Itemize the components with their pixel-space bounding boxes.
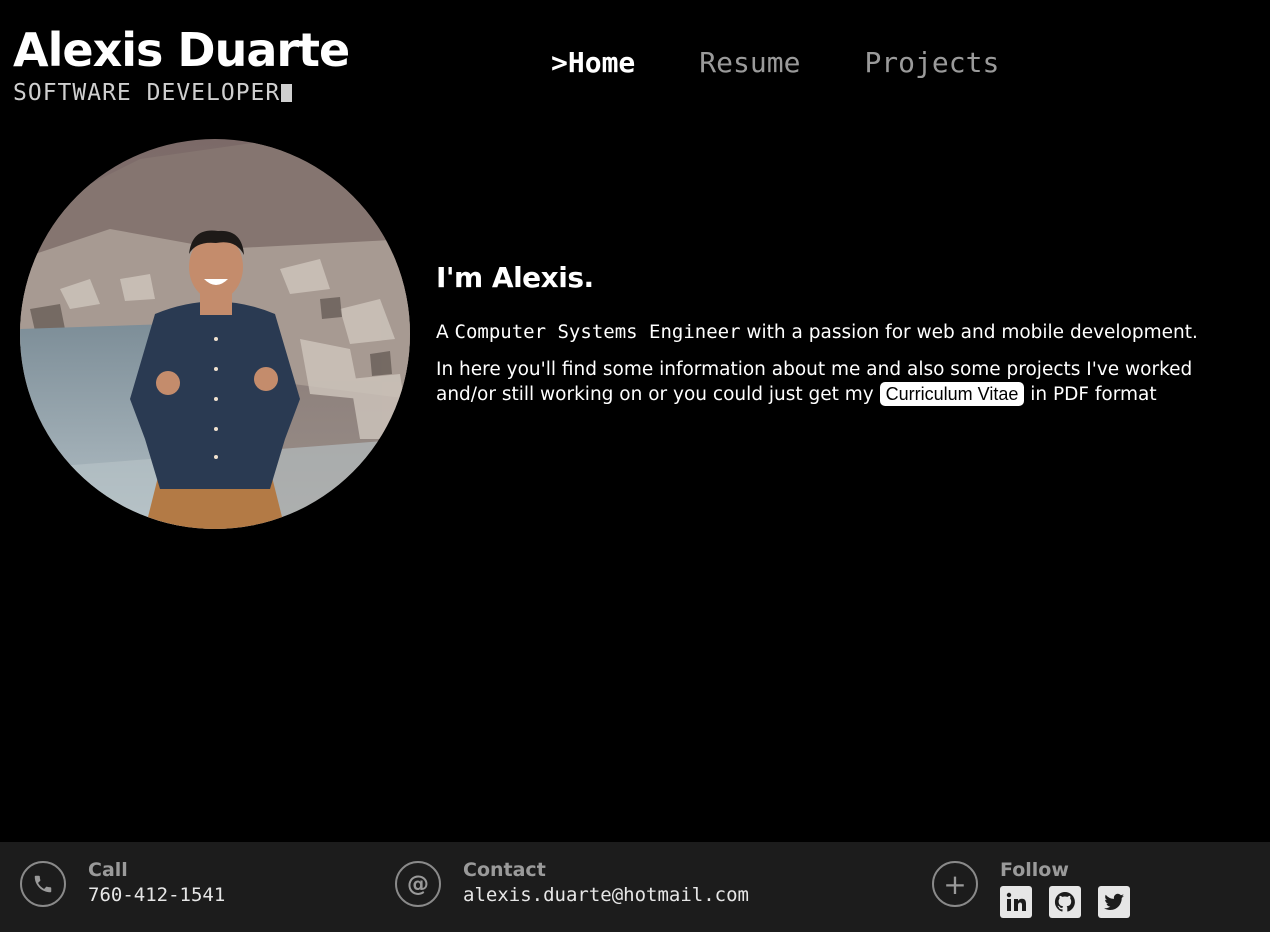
twitter-icon[interactable] [1098,886,1130,918]
social-links [1000,886,1130,918]
phone-number[interactable]: 760-412-1541 [88,882,225,908]
job-title-code: Computer Systems Engineer [454,321,741,343]
footer-follow: + Follow [932,858,1130,918]
footer-call: Call 760-412-1541 [20,858,225,908]
at-icon: @ [395,861,441,907]
phone-icon [20,861,66,907]
nav-projects-link[interactable]: Projects [864,44,999,82]
follow-label: Follow [1000,859,1069,881]
nav-home-link[interactable]: >Home [551,44,635,82]
contact-text: Contact alexis.duarte@hotmail.com [463,858,749,908]
email-address[interactable]: alexis.duarte@hotmail.com [463,882,749,908]
call-label: Call [88,859,128,881]
intro-line-2-suffix: in PDF format [1024,384,1157,405]
brand: Alexis Duarte SOFTWARE DEVELOPER [13,22,350,108]
linkedin-icon[interactable] [1000,886,1032,918]
brand-role: SOFTWARE DEVELOPER [13,78,349,108]
github-icon[interactable] [1049,886,1081,918]
main-nav: >Home Resume Projects [551,44,999,82]
call-text: Call 760-412-1541 [88,858,225,908]
brand-name: Alexis Duarte [13,23,350,77]
contact-label: Contact [463,859,546,881]
role-text: SOFTWARE DEVELOPER [13,80,281,106]
curriculum-vitae-button[interactable]: Curriculum Vitae [879,382,1025,406]
blinking-cursor [281,84,293,102]
intro-line-1-prefix: A [436,322,455,343]
nav-resume-link[interactable]: Resume [699,44,800,82]
footer: Call 760-412-1541 @ Contact alexis.duart… [0,842,1270,932]
footer-contact: @ Contact alexis.duarte@hotmail.com [395,858,749,908]
profile-photo [20,139,410,529]
intro-line-1: A Computer Systems Engineer with a passi… [436,320,1246,345]
intro-line-1-suffix: with a passion for web and mobile develo… [740,322,1198,343]
intro-heading: I'm Alexis. [436,261,594,294]
intro-section: I'm Alexis. A Computer Systems Engineer … [436,258,1246,419]
plus-icon: + [932,861,978,907]
intro-line-2: In here you'll find some information abo… [436,357,1246,407]
follow-text: Follow [1000,858,1130,918]
